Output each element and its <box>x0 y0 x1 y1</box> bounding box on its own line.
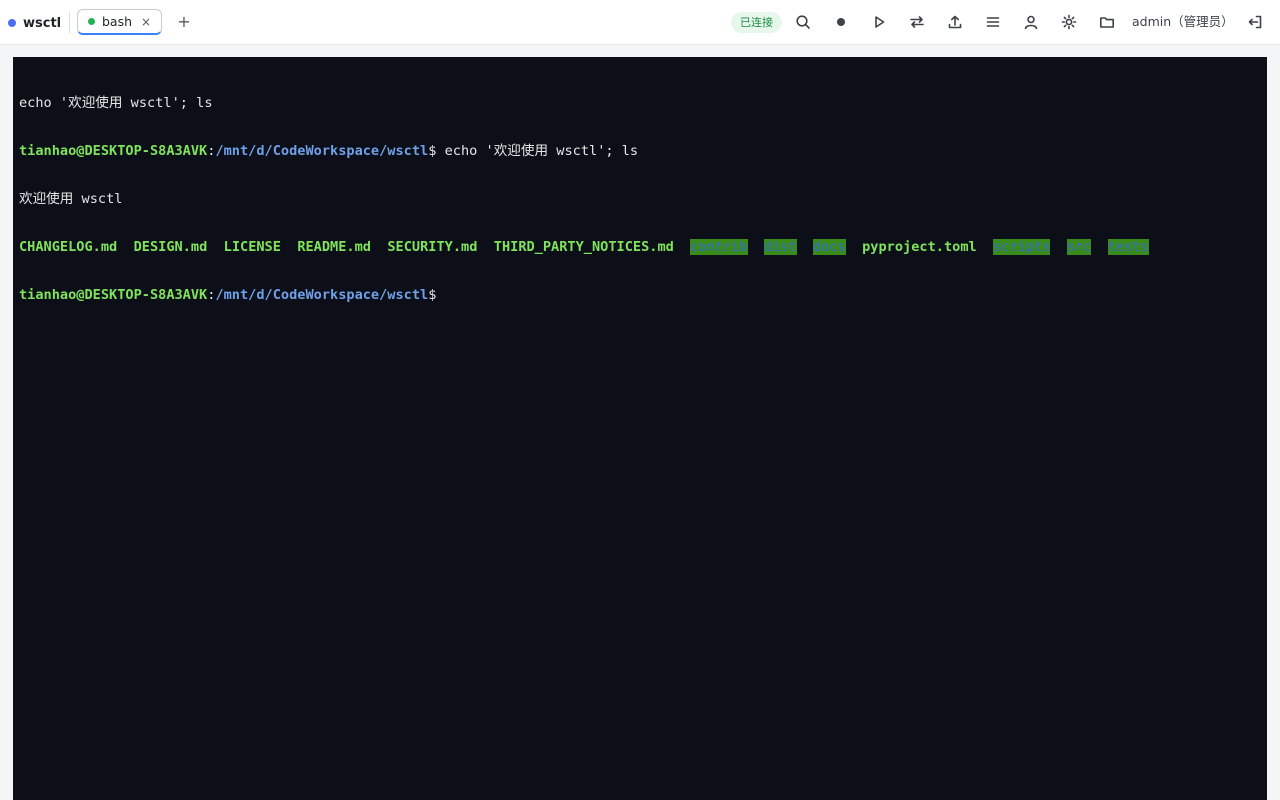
logout-icon[interactable] <box>1246 13 1264 31</box>
tab-label: bash <box>102 14 133 29</box>
ls-dir-entry: scripts <box>993 239 1051 255</box>
divider <box>69 12 70 33</box>
terminal-line: echo '欢迎使用 wsctl'; ls <box>19 95 213 111</box>
app-brand: wsctl <box>8 14 61 32</box>
ls-dir-entry: docs <box>813 239 846 255</box>
ls-output-line: CHANGELOG.md DESIGN.md LICENSE README.md… <box>19 239 1259 255</box>
ls-file-entry: pyproject.toml <box>862 239 977 255</box>
ls-file-entry: DESIGN.md <box>133 239 208 255</box>
user-icon[interactable] <box>1022 13 1040 31</box>
tab-close-icon[interactable]: × <box>139 15 153 29</box>
app-title: wsctl <box>23 15 62 31</box>
terminal[interactable]: echo '欢迎使用 wsctl'; ls tianhao@DESKTOP-S8… <box>13 57 1267 800</box>
ls-dir-entry: contrib <box>690 239 748 255</box>
settings-icon[interactable] <box>1060 13 1078 31</box>
upload-icon[interactable] <box>946 13 964 31</box>
terminal-output: echo '欢迎使用 wsctl'; ls tianhao@DESKTOP-S8… <box>19 63 1259 335</box>
prompt-user: tianhao@DESKTOP-S8A3AVK <box>19 287 208 303</box>
tab-bash[interactable]: bash × <box>77 9 162 35</box>
ls-dir-entry: src <box>1066 239 1092 255</box>
prompt-user: tianhao@DESKTOP-S8A3AVK <box>19 143 208 159</box>
terminal-line: 欢迎使用 wsctl <box>19 191 123 207</box>
new-tab-button[interactable]: + <box>175 13 193 31</box>
ls-file-entry: THIRD_PARTY_NOTICES.md <box>493 239 674 255</box>
brand-dot-icon <box>8 19 16 27</box>
ls-dir-entry: dist <box>763 239 797 255</box>
ls-file-entry: CHANGELOG.md <box>19 239 118 255</box>
prompt-dollar: $ <box>428 287 437 303</box>
menu-icon[interactable] <box>984 13 1002 31</box>
terminal-line: tianhao@DESKTOP-S8A3AVK:/mnt/d/CodeWorks… <box>19 287 1259 303</box>
ls-file-entry: LICENSE <box>223 239 281 255</box>
prompt-path: /mnt/d/CodeWorkspace/wsctl <box>215 143 429 159</box>
tab-status-icon <box>88 18 95 25</box>
folder-icon[interactable] <box>1098 13 1116 31</box>
connection-status-badge: 已连接 <box>731 12 782 33</box>
swap-icon[interactable] <box>908 13 926 31</box>
ls-file-entry: README.md <box>297 239 371 255</box>
play-icon[interactable] <box>870 13 888 31</box>
user-menu-label[interactable]: admin（管理员） <box>1132 13 1234 31</box>
ls-file-entry: SECURITY.md <box>387 239 478 255</box>
search-icon[interactable] <box>794 13 812 31</box>
ls-dir-entry: tests <box>1107 239 1149 255</box>
terminal-line: tianhao@DESKTOP-S8A3AVK:/mnt/d/CodeWorks… <box>19 143 1259 159</box>
top-bar: wsctl bash × + 已连接 admin（管理员） <box>0 0 1280 45</box>
prompt-path: /mnt/d/CodeWorkspace/wsctl <box>215 287 429 303</box>
terminal-command: echo '欢迎使用 wsctl'; ls <box>436 143 639 159</box>
record-icon[interactable] <box>832 13 850 31</box>
